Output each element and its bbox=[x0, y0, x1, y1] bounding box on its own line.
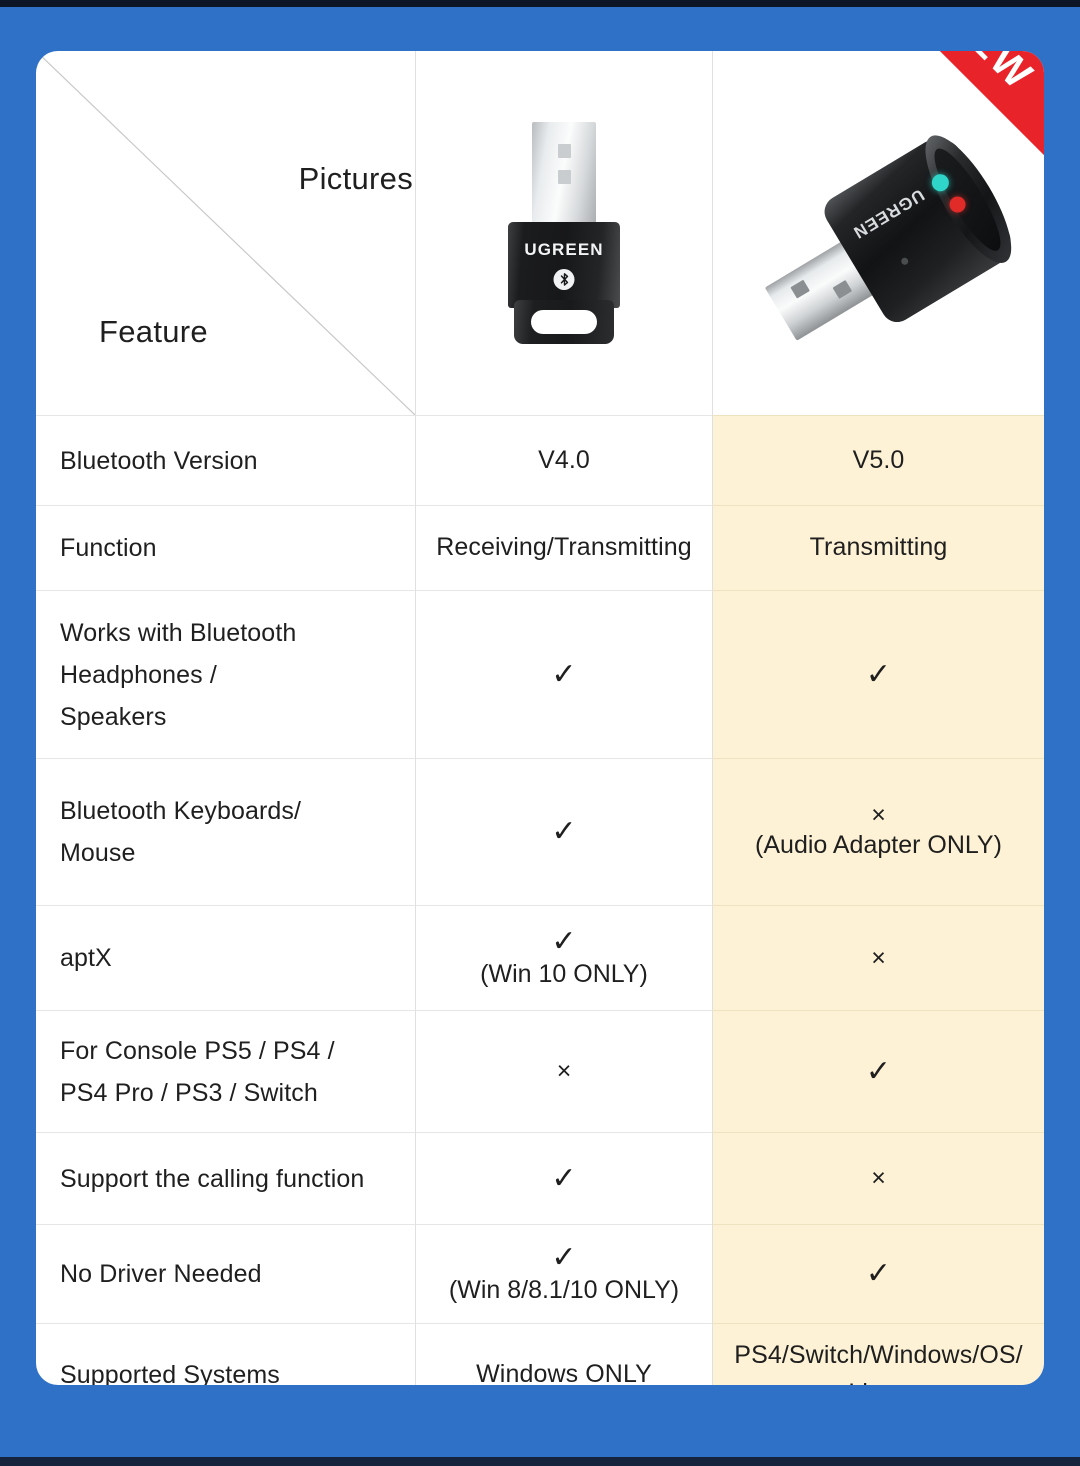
value-text: Windows ONLY bbox=[476, 1359, 652, 1385]
table-row: No Driver Needed bbox=[36, 1224, 415, 1323]
value-line: PS4/Switch/Windows/OS/ bbox=[734, 1341, 1023, 1369]
value-cell-v50: ✓ bbox=[712, 1010, 1044, 1132]
value-cell-v50: Transmitting bbox=[712, 505, 1044, 590]
comparison-table-card: Pictures Feature UGREEN UGREEN Bluetooth… bbox=[36, 51, 1044, 1385]
check-icon: ✓ bbox=[551, 657, 577, 691]
check-icon: ✓ bbox=[551, 1240, 577, 1274]
table-row: Works with Bluetooth Headphones / Speake… bbox=[36, 590, 415, 758]
value-cell-v50: PS4/Switch/Windows/OS/ Linux bbox=[712, 1323, 1044, 1385]
bottom-edge-strip bbox=[0, 1457, 1080, 1466]
feature-line: Headphones / bbox=[60, 660, 217, 689]
top-edge-strip bbox=[0, 0, 1080, 7]
check-icon: ✓ bbox=[551, 815, 577, 849]
value-cell-v40: ✓ (Win 10 ONLY) bbox=[415, 905, 712, 1010]
ugreen-brand-label: UGREEN bbox=[524, 240, 604, 259]
feature-label: Support the calling function bbox=[60, 1164, 365, 1193]
bluetooth-glyph bbox=[560, 273, 568, 286]
ugreen-v50-dongle-image: UGREEN bbox=[713, 69, 1044, 398]
feature-label: Bluetooth Version bbox=[60, 446, 258, 475]
value-cell-v40: ✓ (Win 8/8.1/10 ONLY) bbox=[415, 1224, 712, 1323]
check-icon: ✓ bbox=[865, 1257, 892, 1291]
dongle-body: UGREEN bbox=[508, 222, 620, 308]
check-icon: ✓ bbox=[865, 657, 892, 691]
keyring-loop bbox=[514, 300, 614, 344]
cross-icon: × bbox=[871, 943, 886, 972]
value-cell-v40: × bbox=[415, 1010, 712, 1132]
feature-line: Mouse bbox=[60, 839, 136, 867]
value-cell-v50: ✓ bbox=[712, 590, 1044, 758]
value-cell-v40: ✓ bbox=[415, 590, 712, 758]
diagonal-divider-line bbox=[36, 51, 415, 415]
feature-line: PS4 Pro / PS3 / Switch bbox=[60, 1078, 318, 1107]
value-note: (Audio Adapter ONLY) bbox=[755, 831, 1002, 860]
feature-line: Speakers bbox=[60, 702, 167, 731]
table-row: For Console PS5 / PS4 / PS4 Pro / PS3 / … bbox=[36, 1010, 415, 1132]
cross-icon: × bbox=[871, 801, 886, 830]
table-row: Function bbox=[36, 505, 415, 590]
feature-line: Works with Bluetooth bbox=[60, 618, 297, 647]
value-note: (Win 8/8.1/10 ONLY) bbox=[448, 1276, 680, 1304]
value-line: Linux bbox=[734, 1375, 1022, 1386]
value-cell-v40: Receiving/Transmitting bbox=[415, 505, 712, 590]
pictures-header-label: Pictures bbox=[298, 161, 413, 196]
table-row: Support the calling function bbox=[36, 1132, 415, 1224]
value-cell-v50: × bbox=[712, 1132, 1044, 1224]
value-cell-v50: × bbox=[712, 905, 1044, 1010]
feature-label: Bluetooth Keyboards/ Mouse bbox=[60, 790, 301, 874]
feature-label: Function bbox=[60, 534, 157, 562]
table-row: Bluetooth Version bbox=[36, 415, 415, 505]
comparison-grid: Pictures Feature UGREEN UGREEN Bluetooth… bbox=[36, 51, 1044, 1385]
value-text: V5.0 bbox=[852, 445, 905, 474]
bluetooth-icon bbox=[553, 269, 575, 290]
ugreen-v40-dongle-image: UGREEN bbox=[508, 122, 620, 344]
value-text: V4.0 bbox=[538, 445, 590, 474]
value-cell-v40: ✓ bbox=[415, 1132, 712, 1224]
new-badge-label: NEW bbox=[937, 51, 1043, 99]
product-image-cell-v40: UGREEN bbox=[415, 51, 712, 415]
value-note: (Win 10 ONLY) bbox=[480, 960, 648, 988]
check-icon: ✓ bbox=[551, 924, 577, 958]
value-cell-v50: V5.0 bbox=[712, 415, 1044, 505]
feature-header-label: Feature bbox=[99, 314, 208, 349]
value-cell-v50: ✓ bbox=[712, 1224, 1044, 1323]
table-row: aptX bbox=[36, 905, 415, 1010]
feature-label: For Console PS5 / PS4 / PS4 Pro / PS3 / … bbox=[60, 1030, 335, 1114]
table-header-cell: Pictures Feature bbox=[36, 51, 415, 415]
product-image-cell-v50: NEW UGREEN bbox=[712, 51, 1044, 415]
cross-icon: × bbox=[871, 1164, 886, 1193]
value-text: PS4/Switch/Windows/OS/ Linux bbox=[734, 1337, 1022, 1385]
value-text: Receiving/Transmitting bbox=[436, 533, 692, 562]
feature-label: aptX bbox=[60, 944, 112, 972]
usb-connector bbox=[532, 122, 596, 228]
cross-icon: × bbox=[556, 1057, 572, 1086]
check-icon: ✓ bbox=[551, 1161, 577, 1195]
feature-label: Works with Bluetooth Headphones / Speake… bbox=[60, 612, 296, 738]
value-cell-v40: V4.0 bbox=[415, 415, 712, 505]
check-icon: ✓ bbox=[865, 1054, 892, 1088]
feature-line: Bluetooth Keyboards/ bbox=[60, 797, 302, 825]
value-cell-v40: Windows ONLY bbox=[415, 1323, 712, 1385]
table-row: Supported Systems bbox=[36, 1323, 415, 1385]
value-cell-v50: × (Audio Adapter ONLY) bbox=[712, 758, 1044, 905]
feature-label: Supported Systems bbox=[60, 1360, 280, 1386]
value-cell-v40: ✓ bbox=[415, 758, 712, 905]
table-row: Bluetooth Keyboards/ Mouse bbox=[36, 758, 415, 905]
feature-label: No Driver Needed bbox=[60, 1260, 262, 1288]
value-text: Transmitting bbox=[809, 533, 948, 562]
feature-line: For Console PS5 / PS4 / bbox=[60, 1036, 335, 1065]
